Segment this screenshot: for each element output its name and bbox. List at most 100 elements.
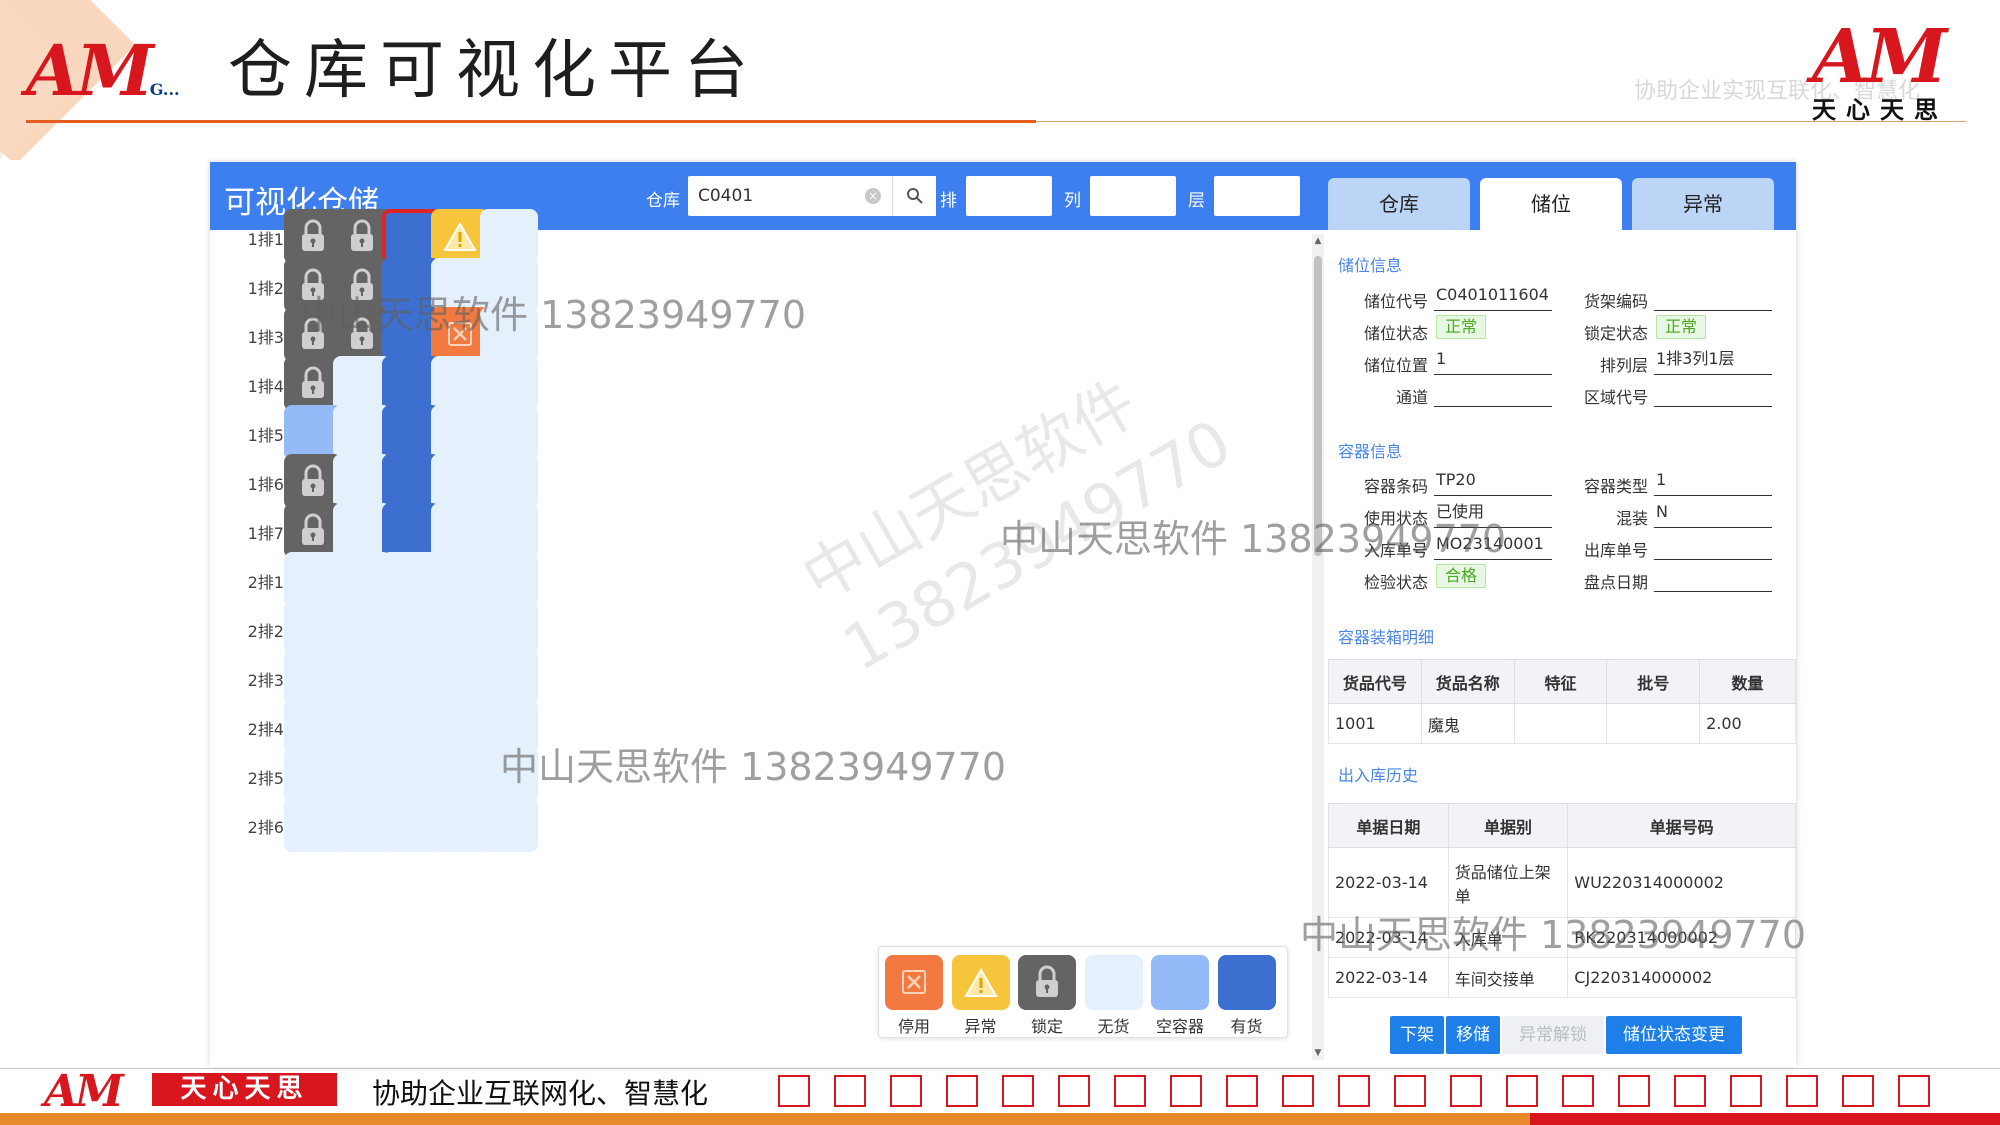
usage-status-value: 已使用 bbox=[1434, 500, 1552, 528]
storage-cell-no-goods[interactable] bbox=[480, 699, 538, 754]
footer-box-decoration bbox=[1618, 1075, 1650, 1107]
legend-item-cargo: 有货 bbox=[1217, 955, 1276, 1037]
inspection-status-value: 合格 bbox=[1434, 564, 1552, 592]
location-status-tag: 正常 bbox=[1436, 315, 1487, 339]
location-status-label: 储位状态 bbox=[1363, 324, 1428, 343]
container-info-title: 容器信息 bbox=[1338, 442, 1403, 461]
legend-label: 空容器 bbox=[1155, 1017, 1204, 1036]
table-header: 单据号码 bbox=[1567, 803, 1796, 848]
inbound-no-value: MO23140001 bbox=[1434, 532, 1552, 560]
footer-box-decoration bbox=[1450, 1075, 1482, 1107]
move-button[interactable]: 移储 bbox=[1446, 1016, 1500, 1054]
storage-cell-no-goods[interactable] bbox=[480, 748, 538, 803]
location-code-value: C0401011604 bbox=[1434, 283, 1552, 311]
stocktake-date-value bbox=[1654, 564, 1772, 592]
area-code-label: 区域代号 bbox=[1583, 388, 1648, 407]
unlock-exception-button[interactable]: 异常解锁 bbox=[1502, 1016, 1604, 1054]
legend-swatch bbox=[885, 955, 943, 1010]
slide-title: 仓库可视化平台 bbox=[228, 34, 760, 108]
shelf-code-value bbox=[1654, 283, 1772, 311]
table-cell: 货品储位上架单 bbox=[1447, 847, 1569, 918]
status-legend: 停用 异常 锁定 无货 空容器 有货 bbox=[878, 946, 1288, 1038]
tab-exception[interactable]: 异常 bbox=[1632, 178, 1774, 230]
warehouse-label: 仓库 bbox=[646, 191, 680, 211]
brand-logo: AMG... bbox=[26, 29, 180, 112]
shelf-code-label: 货架编码 bbox=[1583, 292, 1648, 311]
footer-rule bbox=[0, 1068, 2000, 1069]
legend-swatch bbox=[951, 955, 1010, 1010]
table-cell: CJ220314000002 bbox=[1567, 957, 1796, 998]
clear-icon[interactable]: × bbox=[865, 188, 881, 204]
row-col-layer-value: 1排3列1层 bbox=[1654, 347, 1772, 375]
table-header: 货品代号 bbox=[1328, 659, 1422, 704]
legend-item-none: 无货 bbox=[1084, 955, 1143, 1037]
change-status-button[interactable]: 储位状态变更 bbox=[1606, 1016, 1742, 1054]
table-row[interactable]: 2022-03-14 货品储位上架单 WU220314000002 bbox=[1328, 847, 1796, 918]
legend-item-empty: 空容器 bbox=[1151, 955, 1209, 1037]
storage-cell-no-goods[interactable] bbox=[480, 454, 538, 509]
table-cell: WU220314000002 bbox=[1567, 847, 1796, 918]
footer-box-decoration bbox=[890, 1075, 922, 1107]
history-table: 单据日期 单据别 单据号码 2022-03-14 货品储位上架单 WU220314000… bbox=[1328, 803, 1796, 998]
scroll-up-icon[interactable]: ▲ bbox=[1312, 236, 1324, 246]
table-cell: RK220314000002 bbox=[1567, 917, 1796, 958]
footer-box-decoration bbox=[1842, 1075, 1874, 1107]
location-status-value: 正常 bbox=[1434, 315, 1552, 343]
storage-cell-no-goods[interactable] bbox=[480, 258, 538, 313]
column-input[interactable] bbox=[1090, 176, 1176, 216]
layer-input[interactable] bbox=[1214, 176, 1300, 216]
storage-cell-no-goods[interactable] bbox=[480, 405, 538, 460]
inbound-no-label: 入库单号 bbox=[1363, 541, 1428, 560]
table-row[interactable]: 2022-03-14 车间交接单 CJ220314000002 bbox=[1328, 957, 1796, 998]
storage-cell-no-goods[interactable] bbox=[480, 356, 538, 411]
footer-box-decoration bbox=[1898, 1075, 1930, 1107]
storage-cell-no-goods[interactable] bbox=[480, 650, 538, 705]
tab-warehouse[interactable]: 仓库 bbox=[1328, 178, 1470, 230]
container-barcode-label: 容器条码 bbox=[1363, 477, 1428, 496]
search-icon[interactable] bbox=[892, 176, 936, 216]
inspection-status-label: 检验状态 bbox=[1363, 573, 1428, 592]
footer-box-decoration bbox=[1730, 1075, 1762, 1107]
scroll-thumb[interactable] bbox=[1314, 256, 1322, 556]
container-barcode-value: TP20 bbox=[1434, 468, 1552, 496]
legend-swatch bbox=[1217, 955, 1276, 1010]
storage-cell-no-goods[interactable] bbox=[480, 601, 538, 656]
storage-cell-no-goods[interactable] bbox=[480, 209, 538, 264]
stocktake-date-label: 盘点日期 bbox=[1583, 573, 1648, 592]
location-code-label: 储位代号 bbox=[1363, 292, 1428, 311]
footer-slogan: 协助企业互联网化、智慧化 bbox=[372, 1077, 709, 1110]
location-info-title: 储位信息 bbox=[1338, 256, 1403, 275]
container-type-label: 容器类型 bbox=[1583, 477, 1648, 496]
location-position-label: 储位位置 bbox=[1363, 356, 1428, 375]
history-title: 出入库历史 bbox=[1338, 766, 1419, 785]
shelve-off-button[interactable]: 下架 bbox=[1390, 1016, 1444, 1054]
legend-label: 无货 bbox=[1097, 1017, 1130, 1036]
storage-cell-no-goods[interactable] bbox=[480, 797, 538, 852]
grid-scrollbar[interactable]: ▲ ▼ bbox=[1312, 234, 1324, 1060]
tab-location[interactable]: 储位 bbox=[1480, 178, 1622, 230]
table-cell: 2022-03-14 bbox=[1328, 847, 1449, 918]
scroll-down-icon[interactable]: ▼ bbox=[1312, 1048, 1324, 1058]
footer-box-decoration bbox=[1506, 1075, 1538, 1107]
table-header: 数量 bbox=[1699, 659, 1796, 704]
layer-label: 层 bbox=[1188, 191, 1205, 211]
table-row[interactable]: 1001 魔鬼 2.00 bbox=[1328, 703, 1796, 744]
table-row[interactable]: 2022-03-14 入库单 RK220314000002 bbox=[1328, 917, 1796, 958]
location-position-value: 1 bbox=[1434, 347, 1552, 375]
table-header: 单据日期 bbox=[1328, 803, 1449, 848]
table-cell: 魔鬼 bbox=[1420, 703, 1515, 744]
area-code-value bbox=[1654, 379, 1772, 407]
legend-label: 有货 bbox=[1230, 1017, 1263, 1036]
footer-brand: 天心天思 bbox=[152, 1073, 337, 1106]
container-type-value: 1 bbox=[1654, 468, 1772, 496]
storage-cell-no-goods[interactable] bbox=[480, 552, 538, 607]
footer-box-decoration bbox=[1786, 1075, 1818, 1107]
packing-detail-table: 货品代号 货品名称 特征 批号 数量 1001 魔鬼 2.00 bbox=[1328, 659, 1796, 744]
row-input[interactable] bbox=[966, 176, 1052, 216]
footer-box-decoration bbox=[1170, 1075, 1202, 1107]
legend-swatch bbox=[1151, 955, 1209, 1010]
footer-box-decoration bbox=[1002, 1075, 1034, 1107]
legend-item-disabled: 停用 bbox=[885, 955, 943, 1037]
storage-cell-no-goods[interactable] bbox=[480, 503, 538, 558]
storage-cell-no-goods[interactable] bbox=[480, 307, 538, 362]
